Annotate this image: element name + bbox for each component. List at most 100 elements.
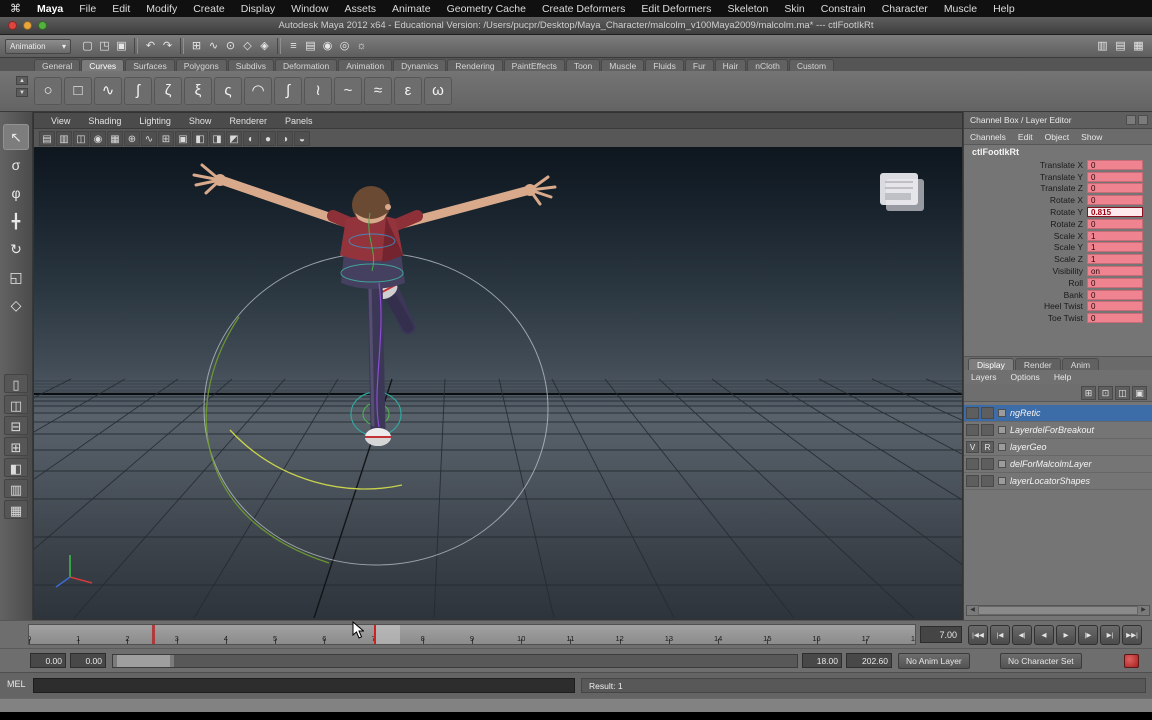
construction-history-icon[interactable]: ≡ [285,38,302,55]
render-current-frame-icon[interactable]: ◉ [319,38,336,55]
layout-persp-outliner-icon[interactable]: ◧ [4,458,28,477]
shelf-tab-dynamics[interactable]: Dynamics [393,59,447,71]
wireframe-icon[interactable]: ◐ [243,131,259,146]
snap-to-plane-icon[interactable]: ◇ [239,38,256,55]
layer-menu-options[interactable]: Options [1004,372,1047,382]
snap-to-curve-icon[interactable]: ∿ [205,38,222,55]
layer-visibility-toggle[interactable] [966,458,979,470]
save-scene-icon[interactable]: ▣ [113,38,130,55]
layer-color-swatch[interactable] [998,409,1006,417]
channel-value[interactable]: 0 [1087,159,1143,170]
scale-tool-icon[interactable]: ◱ [3,264,29,290]
channel-value[interactable]: 0 [1087,171,1143,182]
menu-assets[interactable]: Assets [337,3,385,15]
layer-type-toggle[interactable] [981,475,994,487]
layout-hypergraph-icon[interactable]: ▥ [4,479,28,498]
channel-value[interactable]: 0 [1087,277,1143,288]
grid-toggle-icon[interactable]: ⊞ [158,131,174,146]
menu-modify[interactable]: Modify [138,3,185,15]
play-forwards-button[interactable]: ▶ [1056,625,1076,645]
command-input[interactable] [33,678,575,693]
close-window-icon[interactable] [8,21,17,30]
field-chart-icon[interactable]: ◩ [226,131,242,146]
menu-edit-deformers[interactable]: Edit Deformers [633,3,719,15]
film-gate-icon[interactable]: ▣ [175,131,191,146]
layer-type-toggle[interactable] [981,424,994,436]
layer-row[interactable]: delForMalcolmLayer [964,456,1152,473]
window-title-bar[interactable]: Autodesk Maya 2012 x64 - Educational Ver… [0,17,1152,35]
shelf-tab-toon[interactable]: Toon [565,59,601,71]
new-scene-icon[interactable]: ▢ [79,38,96,55]
new-empty-layer-icon[interactable]: ⊞ [1081,385,1096,400]
image-plane-toolbar-icon[interactable]: ▦ [107,131,123,146]
layout-two-stacked-icon[interactable]: ⊟ [4,416,28,435]
minimize-window-icon[interactable] [23,21,32,30]
rebuild-curve-icon[interactable]: ω [424,77,452,105]
scroll-left-icon[interactable]: ◀ [967,606,978,615]
smooth-shade-icon[interactable]: ● [260,131,276,146]
extend-curve-icon[interactable]: ≈ [364,77,392,105]
menu-create[interactable]: Create [185,3,233,15]
layer-tab-render[interactable]: Render [1014,358,1061,370]
layout-single-pane-icon[interactable]: ▯ [4,374,28,393]
menu-help[interactable]: Help [985,3,1023,15]
animation-start-field[interactable]: 0.00 [30,653,66,668]
render-view-icon[interactable]: ▤ [302,38,319,55]
open-scene-icon[interactable]: ◳ [96,38,113,55]
resolution-gate-icon[interactable]: ◧ [192,131,208,146]
ep-curve-tool-icon[interactable]: ʃ [124,77,152,105]
channel-value[interactable]: 0 [1087,218,1143,229]
grease-pencil-icon[interactable]: ∿ [141,131,157,146]
panel-close-icon[interactable] [1138,115,1148,125]
viewport-canvas[interactable] [34,147,962,619]
go-to-end-button[interactable]: ▶▶| [1122,625,1142,645]
play-backwards-button[interactable]: ◀ [1034,625,1054,645]
shelf-tab-custom[interactable]: Custom [788,59,835,71]
channel-box-toggle-icon[interactable]: ▦ [1130,38,1147,55]
playback-end-field[interactable]: 18.00 [802,653,842,668]
offset-curve-icon[interactable]: ε [394,77,422,105]
playback-start-field[interactable]: 0.00 [70,653,106,668]
menu-skin[interactable]: Skin [776,3,812,15]
shelf-tab-fur[interactable]: Fur [684,59,714,71]
step-forward-frame-button[interactable]: ▶| [1100,625,1120,645]
layer-list-scrollbar[interactable]: ◀ ▶ [966,605,1150,616]
layout-persp-graph-icon[interactable]: ▦ [4,500,28,519]
insert-knot-icon[interactable]: ~ [334,77,362,105]
shelf-tab-fluids[interactable]: Fluids [645,59,684,71]
panel-option-icon[interactable] [1126,115,1136,125]
anim-layer-button[interactable]: No Anim Layer [898,653,970,669]
menu-animate[interactable]: Animate [384,3,439,15]
viewport-menu-lighting[interactable]: Lighting [130,116,180,126]
channel-box-menu-object[interactable]: Object [1039,132,1076,142]
channel-value[interactable]: 1 [1087,254,1143,265]
range-slider-track[interactable] [112,654,798,668]
viewport-menu-panels[interactable]: Panels [276,116,322,126]
channel-box-menu-channels[interactable]: Channels [964,132,1012,142]
channel-value[interactable]: 1 [1087,230,1143,241]
shelf-tab-muscle[interactable]: Muscle [601,59,645,71]
go-to-start-button[interactable]: |◀◀ [968,625,988,645]
layer-visibility-toggle[interactable] [966,407,979,419]
viewport-menu-show[interactable]: Show [180,116,221,126]
gate-mask-icon[interactable]: ◨ [209,131,225,146]
menu-geometry-cache[interactable]: Geometry Cache [439,3,534,15]
character-malcolm[interactable] [192,163,557,446]
image-plane-icon[interactable] [880,173,924,211]
lasso-select-tool-icon[interactable]: σ [3,152,29,178]
make-live-icon[interactable]: ◈ [256,38,273,55]
layer-visibility-toggle[interactable] [966,475,979,487]
menu-display[interactable]: Display [233,3,283,15]
layout-four-pane-icon[interactable]: ⊞ [4,437,28,456]
new-anim-layer-icon[interactable]: ◫ [1115,385,1130,400]
new-layer-from-selected-icon[interactable]: ⊡ [1098,385,1113,400]
step-back-key-button[interactable]: ◀| [1012,625,1032,645]
shelf-tab-deformation[interactable]: Deformation [274,59,338,71]
menu-constrain[interactable]: Constrain [813,3,874,15]
shelf-tab-animation[interactable]: Animation [338,59,393,71]
channel-value[interactable]: 0 [1087,289,1143,300]
snap-to-point-icon[interactable]: ⊙ [222,38,239,55]
shelf-tab-curves[interactable]: Curves [81,59,125,71]
nurbs-circle-icon[interactable]: ○ [34,77,62,105]
time-slider[interactable]: 0123456789101112131415161718 [28,624,916,645]
